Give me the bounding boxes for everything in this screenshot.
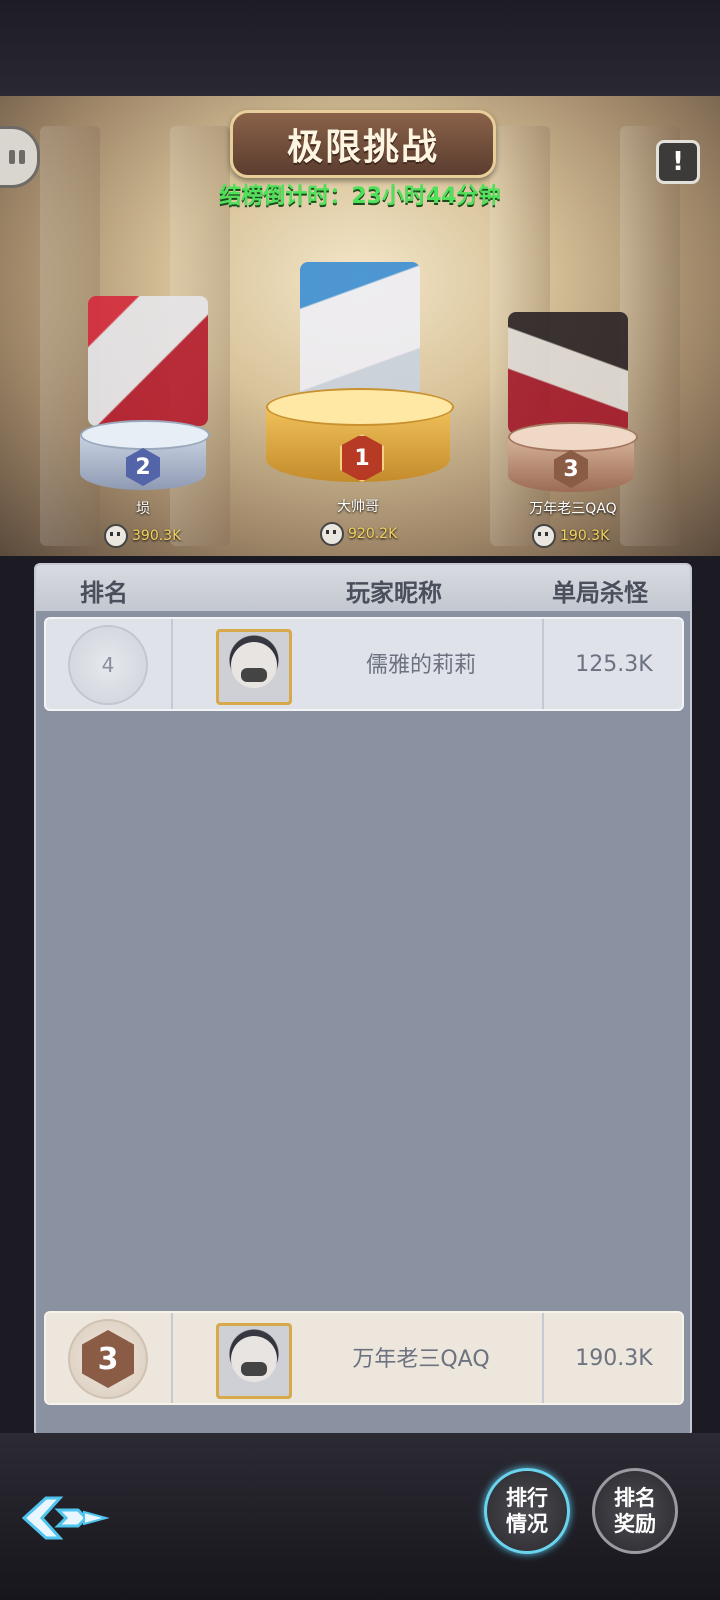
ranking-status-label-line-1: 排行 — [506, 1486, 548, 1510]
page-title: 极限挑战 — [286, 127, 439, 168]
player-avatar-sprite-rank-3[interactable] — [508, 312, 628, 434]
podium-name-rank-1: 大帅哥 — [337, 499, 379, 515]
podium-score-value: 920.2K — [348, 526, 398, 542]
avatar-face — [231, 642, 277, 688]
skull-icon — [532, 524, 556, 548]
podium-name-rank-3: 万年老三QAQ — [529, 501, 617, 517]
player-name: 万年老三QAQ — [352, 1347, 490, 1372]
ranking-status-label-line-2: 情况 — [506, 1512, 548, 1536]
ranking-status-button[interactable]: 排行 情况 — [484, 1468, 570, 1554]
podium-rank-1: 1 — [266, 388, 454, 484]
column-header-player-name: 玩家昵称 — [346, 579, 442, 607]
ranking-row[interactable]: 4 儒雅的莉莉 125.3K — [44, 617, 684, 711]
podium-score-value: 390.3K — [132, 528, 182, 544]
skull-icon — [320, 522, 344, 546]
player-kill-score: 190.3K — [542, 1313, 684, 1403]
ranking-panel: 排名 玩家昵称 单局杀怪 4 儒雅的莉莉 125.3K 3 万年老三QAQ 19… — [34, 563, 692, 1437]
game-logo-icon — [21, 1496, 110, 1540]
ranking-rewards-label-line-2: 奖励 — [614, 1512, 656, 1536]
rank-cell: 4 — [46, 619, 173, 709]
podium-top — [266, 388, 454, 426]
player-avatar-sprite-rank-1[interactable] — [300, 262, 420, 402]
podium-top — [508, 422, 638, 452]
podium-rank-2: 2 — [80, 420, 210, 492]
column-header-rank: 排名 — [80, 579, 128, 607]
podium-score-rank-3: 190.3K — [532, 524, 609, 548]
ranking-table-header: 排名 玩家昵称 单局杀怪 — [36, 565, 690, 611]
podium-score-rank-2: 390.3K — [104, 524, 181, 548]
ranking-rewards-button[interactable]: 排名 奖励 — [592, 1468, 678, 1554]
info-icon[interactable]: ! — [656, 140, 700, 184]
player-name: 儒雅的莉莉 — [365, 653, 476, 678]
player-avatar[interactable] — [216, 1323, 292, 1399]
rank-badge: 3 — [68, 1319, 148, 1399]
player-kill-score: 125.3K — [542, 619, 684, 709]
countdown-text: 结榜倒计时：23小时44分钟 — [219, 184, 501, 209]
player-avatar-sprite-rank-2[interactable] — [88, 296, 208, 426]
podium-score-value: 190.3K — [560, 528, 610, 544]
podium-name-rank-2: 埙 — [136, 501, 150, 517]
column-header-kills: 单局杀怪 — [552, 579, 648, 607]
skull-icon — [104, 524, 128, 548]
ranking-rewards-label-line-1: 排名 — [614, 1486, 656, 1510]
title-banner: 极限挑战 — [230, 110, 496, 178]
podium-score-rank-1: 920.2K — [320, 522, 397, 546]
rank-3-medal-icon: 3 — [82, 1330, 134, 1388]
avatar-face — [231, 1336, 277, 1382]
status-area — [0, 0, 720, 96]
player-avatar[interactable] — [216, 629, 292, 705]
rank-cell: 3 — [46, 1313, 173, 1403]
podium-top — [80, 420, 210, 450]
podium-rank-3: 3 — [508, 422, 638, 494]
rank-badge: 4 — [68, 625, 148, 705]
my-ranking-row[interactable]: 3 万年老三QAQ 190.3K — [44, 1311, 684, 1405]
